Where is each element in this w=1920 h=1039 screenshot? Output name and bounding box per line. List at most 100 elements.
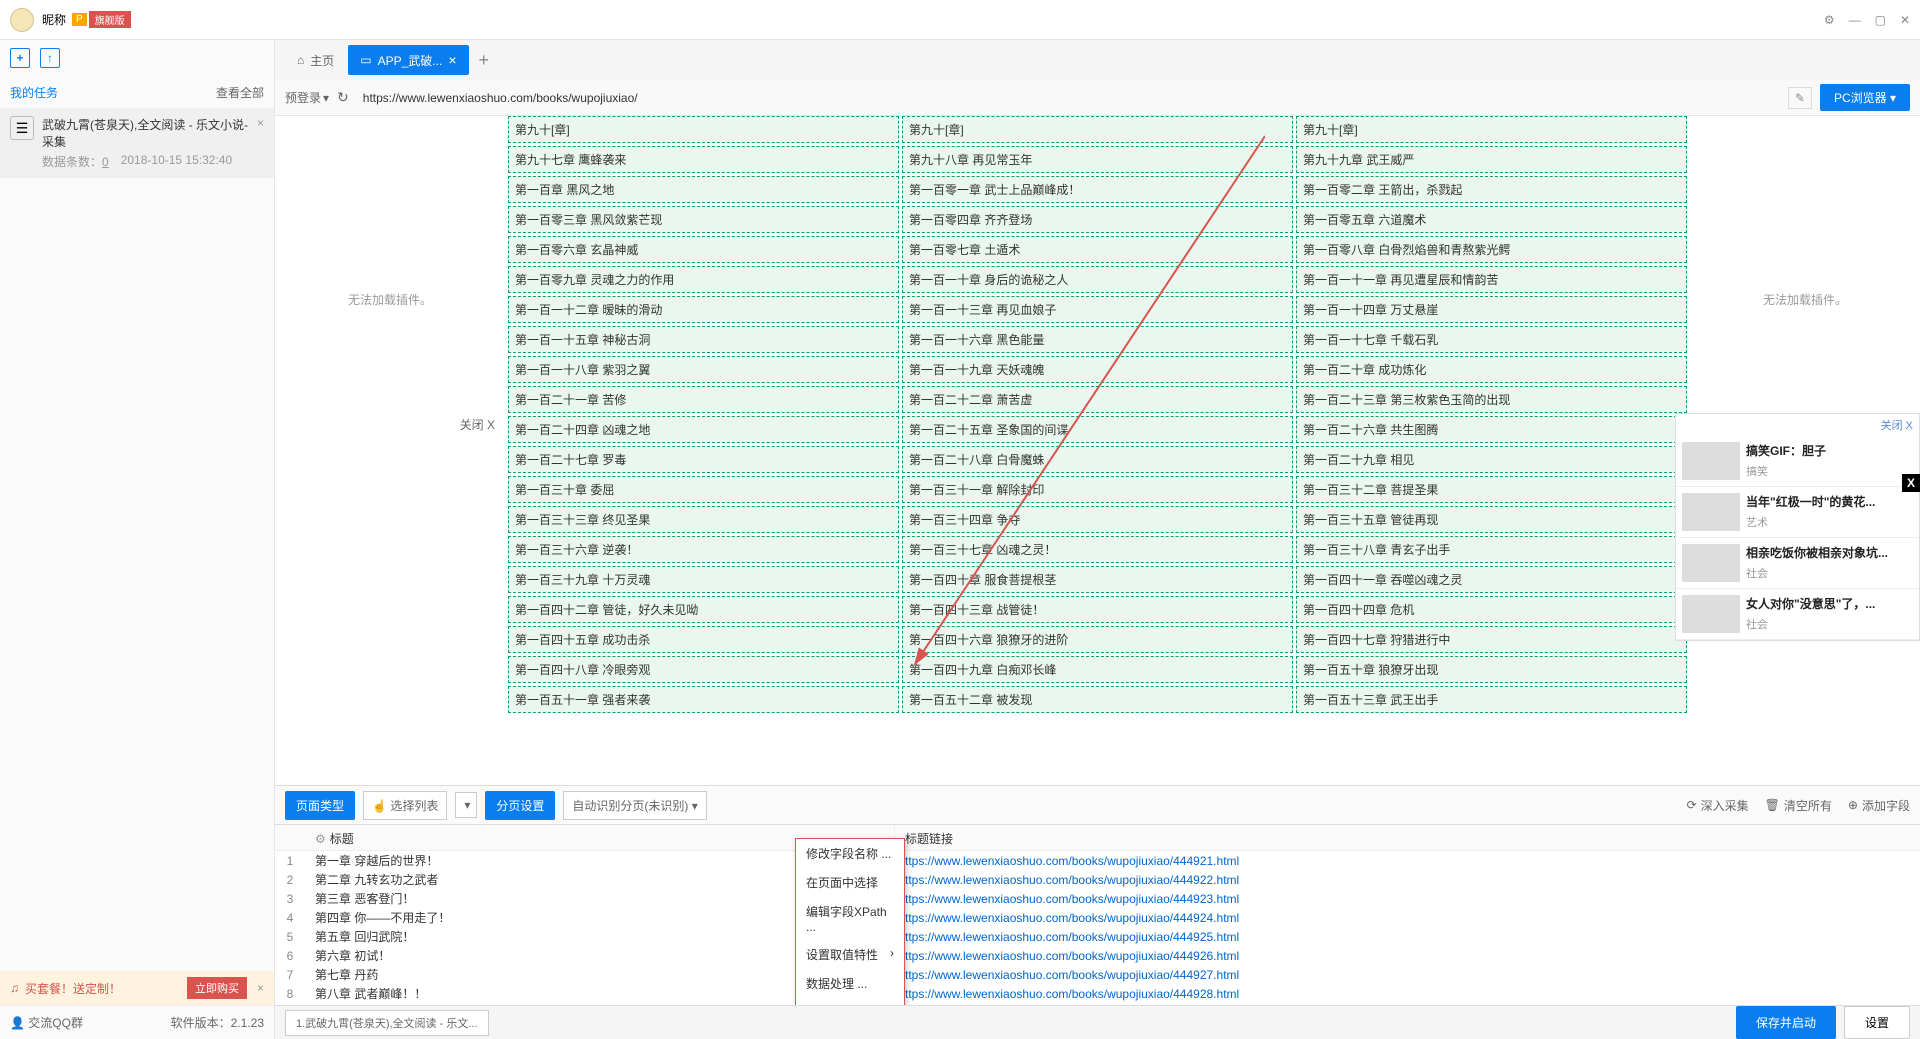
new-task-icon[interactable]: + xyxy=(10,48,30,68)
edit-icon[interactable]: ✎ xyxy=(1788,87,1812,109)
chapter-link[interactable]: 第一百三十一章 解除封印 xyxy=(902,476,1293,503)
chapter-link[interactable]: 第一百一十三章 再见血娘子 xyxy=(902,296,1293,323)
chapter-link[interactable]: 第一百五十二章 被发现 xyxy=(902,686,1293,713)
chapter-link[interactable]: 第九十九章 武王威严 xyxy=(1296,146,1687,173)
chapter-link[interactable]: 第一百四十二章 管徒，好久未见呦 xyxy=(508,596,899,623)
chapter-link[interactable]: 第一百二十章 成功炼化 xyxy=(1296,356,1687,383)
chapter-link[interactable]: 第一百三十七章 凶魂之灵！ xyxy=(902,536,1293,563)
chapter-link[interactable]: 第一百章 黑风之地 xyxy=(508,176,899,203)
table-row[interactable]: 4第四章 你——不用走了！ttps://www.lewenxiaoshuo.co… xyxy=(275,908,1920,927)
chapter-link[interactable]: 第一百二十三章 第三枚紫色玉简的出现 xyxy=(1296,386,1687,413)
context-menu-item[interactable]: 修改字段名称 ... xyxy=(796,839,904,868)
pagination-button[interactable]: 分页设置 xyxy=(485,791,555,820)
ad-item[interactable]: 相亲吃饭你被相亲对象坑...社会 xyxy=(1676,538,1919,589)
chapter-link[interactable]: 第一百二十一章 苦修 xyxy=(508,386,899,413)
context-menu-item[interactable]: 编辑字段XPath ... xyxy=(796,897,904,940)
chapter-link[interactable]: 第一百零三章 黑风敛紫芒现 xyxy=(508,206,899,233)
close-icon[interactable]: ✕ xyxy=(1900,13,1910,27)
row-link[interactable]: ttps://www.lewenxiaoshuo.com/books/wupoj… xyxy=(895,911,1920,925)
settings-icon[interactable]: ⚙ xyxy=(1824,13,1835,27)
row-link[interactable]: ttps://www.lewenxiaoshuo.com/books/wupoj… xyxy=(895,873,1920,887)
chapter-link[interactable]: 第一百二十二章 萧苦虚 xyxy=(902,386,1293,413)
maximize-icon[interactable]: ▢ xyxy=(1875,13,1886,27)
chapter-link[interactable]: 第一百三十五章 管徒再现 xyxy=(1296,506,1687,533)
chapter-link[interactable]: 第一百三十八章 青玄子出手 xyxy=(1296,536,1687,563)
context-menu-item[interactable]: 在页面中选择 xyxy=(796,868,904,897)
chapter-link[interactable]: 第一百二十九章 相见 xyxy=(1296,446,1687,473)
row-link[interactable]: ttps://www.lewenxiaoshuo.com/books/wupoj… xyxy=(895,968,1920,982)
row-link[interactable]: ttps://www.lewenxiaoshuo.com/books/wupoj… xyxy=(895,930,1920,944)
table-row[interactable]: 1第一章 穿越后的世界！ttps://www.lewenxiaoshuo.com… xyxy=(275,851,1920,870)
ad-item[interactable]: 女人对你"没意思"了，...社会 xyxy=(1676,589,1919,640)
chapter-link[interactable]: 第一百四十八章 冷眼旁观 xyxy=(508,656,899,683)
chapter-link[interactable]: 第一百一十二章 暧昧的滑动 xyxy=(508,296,899,323)
left-close-link[interactable]: 关闭 X xyxy=(460,416,495,433)
chapter-link[interactable]: 第一百五十一章 强者来袭 xyxy=(508,686,899,713)
promo-close-icon[interactable]: × xyxy=(257,981,264,995)
tab-active[interactable]: ▭APP_武破...× xyxy=(348,45,468,75)
footer-tab[interactable]: 1.武破九霄(苍泉天),全文阅读 - 乐文... xyxy=(285,1010,489,1036)
chapter-link[interactable]: 第一百一十七章 千载石乳 xyxy=(1296,326,1687,353)
chapter-link[interactable]: 第一百一十章 身后的诡秘之人 xyxy=(902,266,1293,293)
chapter-link[interactable]: 第一百三十九章 十万灵魂 xyxy=(508,566,899,593)
tab-add-icon[interactable]: + xyxy=(471,50,498,71)
chapter-link[interactable]: 第一百三十六章 逆袭！ xyxy=(508,536,899,563)
chapter-link[interactable]: 第一百四十三章 战管徒！ xyxy=(902,596,1293,623)
chapter-link[interactable]: 第九十八章 再见常玉年 xyxy=(902,146,1293,173)
chapter-link[interactable]: 第一百零九章 灵魂之力的作用 xyxy=(508,266,899,293)
context-menu-item[interactable]: 设置取值特性› xyxy=(796,940,904,969)
buy-now-button[interactable]: 立即购买 xyxy=(187,977,247,999)
row-link[interactable]: ttps://www.lewenxiaoshuo.com/books/wupoj… xyxy=(895,987,1920,1001)
auto-page-dropdown[interactable]: 自动识别分页(未识别) ▾ xyxy=(563,791,706,820)
chapter-link[interactable]: 第一百四十七章 狩猎进行中 xyxy=(1296,626,1687,653)
chapter-link[interactable]: 第一百一十六章 黑色能量 xyxy=(902,326,1293,353)
table-row[interactable]: 3第三章 恶客登门！ttps://www.lewenxiaoshuo.com/b… xyxy=(275,889,1920,908)
ads-x-button[interactable]: X xyxy=(1902,474,1920,492)
avatar[interactable] xyxy=(10,8,34,32)
chapter-link[interactable]: 第一百一十四章 万丈悬崖 xyxy=(1296,296,1687,323)
context-menu-item[interactable]: 不得为空 xyxy=(796,998,904,1005)
chapter-link[interactable]: 第一百四十一章 吞噬凶魂之灵 xyxy=(1296,566,1687,593)
table-row[interactable]: 2第二章 九转玄功之武者ttps://www.lewenxiaoshuo.com… xyxy=(275,870,1920,889)
chapter-link[interactable]: 第一百三十二章 菩提圣果 xyxy=(1296,476,1687,503)
chapter-link[interactable]: 第一百四十九章 白痴邓长峰 xyxy=(902,656,1293,683)
chapter-link[interactable]: 第一百四十四章 危机 xyxy=(1296,596,1687,623)
chapter-link[interactable]: 第一百三十四章 争夺 xyxy=(902,506,1293,533)
prelogin-dropdown[interactable]: 预登录▾ xyxy=(285,89,329,106)
chapter-link[interactable]: 第一百零一章 武士上品巅峰成！ xyxy=(902,176,1293,203)
deep-collect-link[interactable]: ⟳深入采集 xyxy=(1687,797,1749,814)
chapter-link[interactable]: 第九十[章] xyxy=(1296,116,1687,143)
table-row[interactable]: 7第七章 丹药ttps://www.lewenxiaoshuo.com/book… xyxy=(275,965,1920,984)
context-menu-item[interactable]: 数据处理 ... xyxy=(796,969,904,998)
chapter-link[interactable]: 第一百二十六章 共生图腾 xyxy=(1296,416,1687,443)
task-item[interactable]: ☰ 武破九霄(苍泉天),全文阅读 - 乐文小说-采集 数据条数：0 2018-1… xyxy=(0,108,274,178)
chapter-link[interactable]: 第一百零七章 土遁术 xyxy=(902,236,1293,263)
chapter-link[interactable]: 第一百零五章 六道魔术 xyxy=(1296,206,1687,233)
chapter-link[interactable]: 第一百二十四章 凶魂之地 xyxy=(508,416,899,443)
page-type-button[interactable]: 页面类型 xyxy=(285,791,355,820)
row-link[interactable]: ttps://www.lewenxiaoshuo.com/books/wupoj… xyxy=(895,892,1920,906)
url-input[interactable]: https://www.lewenxiaoshuo.com/books/wupo… xyxy=(357,91,1780,105)
view-all-link[interactable]: 查看全部 xyxy=(216,84,264,101)
ads-close-link[interactable]: 关闭 X xyxy=(1676,414,1919,436)
my-tasks-label[interactable]: 我的任务 xyxy=(10,84,58,101)
chapter-link[interactable]: 第九十[章] xyxy=(902,116,1293,143)
select-list-dropdown[interactable]: ☝ 选择列表 xyxy=(363,791,447,820)
chapter-link[interactable]: 第一百二十八章 白骨魔蛛 xyxy=(902,446,1293,473)
chapter-link[interactable]: 第一百二十七章 罗毒 xyxy=(508,446,899,473)
chapter-link[interactable]: 第一百四十五章 成功击杀 xyxy=(508,626,899,653)
chapter-link[interactable]: 第九十[章] xyxy=(508,116,899,143)
qq-group-link[interactable]: 👤 交流QQ群 xyxy=(10,1014,83,1031)
settings-button[interactable]: 设置 xyxy=(1844,1006,1910,1039)
task-close-icon[interactable]: × xyxy=(257,116,264,170)
ad-item[interactable]: 搞笑GIF：胆子搞笑 xyxy=(1676,436,1919,487)
clear-all-link[interactable]: 🗑清空所有 xyxy=(1765,797,1832,814)
tab-home[interactable]: ⌂主页 xyxy=(285,45,346,75)
chapter-link[interactable]: 第一百一十八章 紫羽之翼 xyxy=(508,356,899,383)
chapter-link[interactable]: 第一百一十五章 神秘古洞 xyxy=(508,326,899,353)
gear-icon[interactable]: ⚙ xyxy=(315,832,326,846)
chapter-link[interactable]: 第一百二十五章 圣象国的间谍 xyxy=(902,416,1293,443)
row-link[interactable]: ttps://www.lewenxiaoshuo.com/books/wupoj… xyxy=(895,949,1920,963)
chapter-link[interactable]: 第一百零四章 齐齐登场 xyxy=(902,206,1293,233)
ad-item[interactable]: 当年"红极一时"的黄花...艺术 xyxy=(1676,487,1919,538)
